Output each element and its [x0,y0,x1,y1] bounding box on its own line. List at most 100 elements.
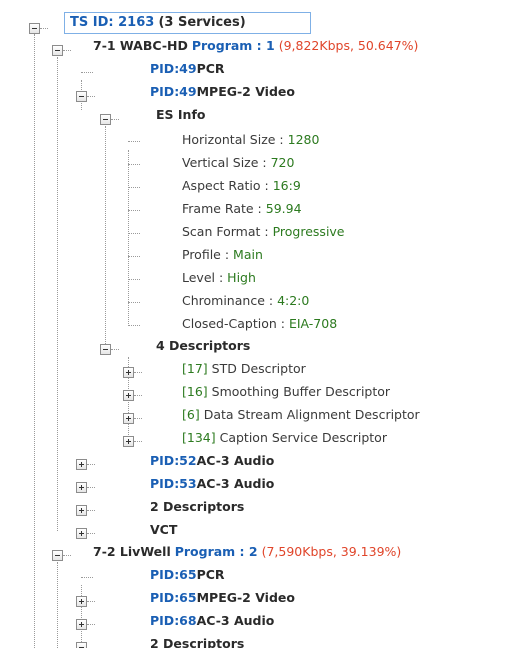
tree-node-pid49-video[interactable]: PID:49MPEG-2 Video [150,82,295,102]
es-field-row[interactable]: Vertical Size : 720 [182,153,294,173]
tree-node-svc1-descriptors[interactable]: 2 Descriptors [150,497,244,517]
tree-connector [128,233,140,234]
es-field-row[interactable]: Aspect Ratio : 16:9 [182,176,301,196]
es-field-row[interactable]: Closed-Caption : EIA-708 [182,314,337,334]
es-field-value: High [227,270,256,285]
es-field-row[interactable]: Scan Format : Progressive [182,222,345,242]
collapse-toggle-svc2-descriptors[interactable] [76,642,87,648]
tree-node-descriptors-group[interactable]: 4 Descriptors [156,336,250,356]
tree-node-svc2-descriptors[interactable]: 2 Descriptors [150,634,244,648]
stream-type-label: AC-3 Audio [196,476,275,491]
service-name: 7-2 LivWell [93,544,171,559]
descriptor-name: Caption Service Descriptor [219,430,387,445]
expand-toggle-svc1-descriptors[interactable] [76,505,87,516]
tree-node-ts-root[interactable]: TS ID: 2163 (3 Services) [70,13,246,33]
tree-connector [87,510,95,511]
es-field-key: Level : [182,270,224,285]
es-field-key: Scan Format : [182,224,269,239]
tree-connector [128,325,140,326]
expand-toggle-pid52[interactable] [76,459,87,470]
tree-connector [81,72,93,73]
tree-connector [87,487,95,488]
expand-toggle-pid68[interactable] [76,619,87,630]
es-field-value: 720 [270,155,295,170]
collapse-toggle-pid49-video[interactable] [76,91,87,102]
expand-toggle-descriptor-17[interactable] [123,367,134,378]
es-field-key: Chrominance : [182,293,274,308]
service-count: (3 Services) [158,15,246,30]
expand-toggle-pid53[interactable] [76,482,87,493]
tree-node-service-2[interactable]: 7-2 LivWell Program : 2 (7,590Kbps, 39.1… [93,542,401,562]
es-field-value: 1280 [287,132,320,147]
expand-toggle-vct[interactable] [76,528,87,539]
es-field-value: 16:9 [272,178,301,193]
es-field-row[interactable]: Horizontal Size : 1280 [182,130,319,150]
es-field-key: Frame Rate : [182,201,262,216]
tree-guide-line [128,150,129,326]
descriptor-row[interactable]: [134] Caption Service Descriptor [182,428,387,448]
descriptor-row[interactable]: [16] Smoothing Buffer Descriptor [182,382,390,402]
es-field-key: Closed-Caption : [182,316,285,331]
service-stats: (7,590Kbps, 39.139%) [261,544,402,559]
es-field-value: Main [233,247,263,262]
stream-type-label: PCR [196,567,225,582]
expand-toggle-descriptor-6[interactable] [123,413,134,424]
expand-toggle-descriptor-16[interactable] [123,390,134,401]
tree-node-vct[interactable]: VCT [150,520,177,540]
descriptor-row[interactable]: [6] Data Stream Alignment Descriptor [182,405,420,425]
descriptor-name: STD Descriptor [211,361,306,376]
pid-label: PID:68 [150,613,197,628]
pid-label: PID:49 [150,61,197,76]
es-field-key: Vertical Size : [182,155,267,170]
es-field-key: Horizontal Size : [182,132,284,147]
tree-connector [87,96,95,97]
tree-connector [134,418,142,419]
tree-connector [128,256,140,257]
tree-connector [87,601,95,602]
descriptor-row[interactable]: [17] STD Descriptor [182,359,306,379]
collapse-toggle-descriptors[interactable] [100,344,111,355]
stream-tree-view[interactable]: TS ID: 2163 (3 Services) 7-1 WABC-HD Pro… [0,0,529,648]
es-field-key: Profile : [182,247,230,262]
es-field-value: Progressive [272,224,345,239]
stream-type-label: PCR [196,61,225,76]
es-field-row[interactable]: Chrominance : 4:2:0 [182,291,309,311]
stream-type-label: MPEG-2 Video [196,84,295,99]
collapse-toggle-service-2[interactable] [52,550,63,561]
descriptor-tag: [134] [182,430,216,445]
tree-connector [128,210,140,211]
tree-connector [63,50,71,51]
tree-node-pid52-audio[interactable]: PID:52AC-3 Audio [150,451,274,471]
descriptor-tag: [16] [182,384,208,399]
tree-node-pid53-audio[interactable]: PID:53AC-3 Audio [150,474,274,494]
pid-label: PID:65 [150,590,197,605]
vct-label: VCT [150,522,178,537]
tree-connector [111,349,119,350]
collapse-toggle-es-info[interactable] [100,114,111,125]
tree-connector [128,141,140,142]
tree-connector [128,279,140,280]
expand-toggle-descriptor-134[interactable] [123,436,134,447]
tree-connector [134,441,142,442]
es-field-row[interactable]: Level : High [182,268,256,288]
descriptors-label: 2 Descriptors [150,499,245,514]
descriptor-tag: [6] [182,407,200,422]
expand-toggle-pid65-video[interactable] [76,596,87,607]
es-field-row[interactable]: Profile : Main [182,245,263,265]
stream-type-label: AC-3 Audio [196,613,275,628]
es-field-row[interactable]: Frame Rate : 59.94 [182,199,302,219]
tree-node-pid68-audio[interactable]: PID:68AC-3 Audio [150,611,274,631]
program-label: Program : 2 [174,544,258,559]
program-label: Program : 1 [191,38,275,53]
tree-node-es-info[interactable]: ES Info [156,105,205,125]
collapse-toggle-ts[interactable] [29,23,40,34]
collapse-toggle-service-1[interactable] [52,45,63,56]
ts-id-label: TS ID: 2163 [70,15,155,30]
tree-node-pid65-video[interactable]: PID:65MPEG-2 Video [150,588,295,608]
tree-node-pid49-pcr[interactable]: PID:49PCR [150,59,225,79]
tree-node-service-1[interactable]: 7-1 WABC-HD Program : 1 (9,822Kbps, 50.6… [93,36,418,56]
pid-label: PID:65 [150,567,197,582]
service-stats: (9,822Kbps, 50.647%) [278,38,419,53]
tree-node-pid65-pcr[interactable]: PID:65PCR [150,565,225,585]
tree-connector [128,302,140,303]
